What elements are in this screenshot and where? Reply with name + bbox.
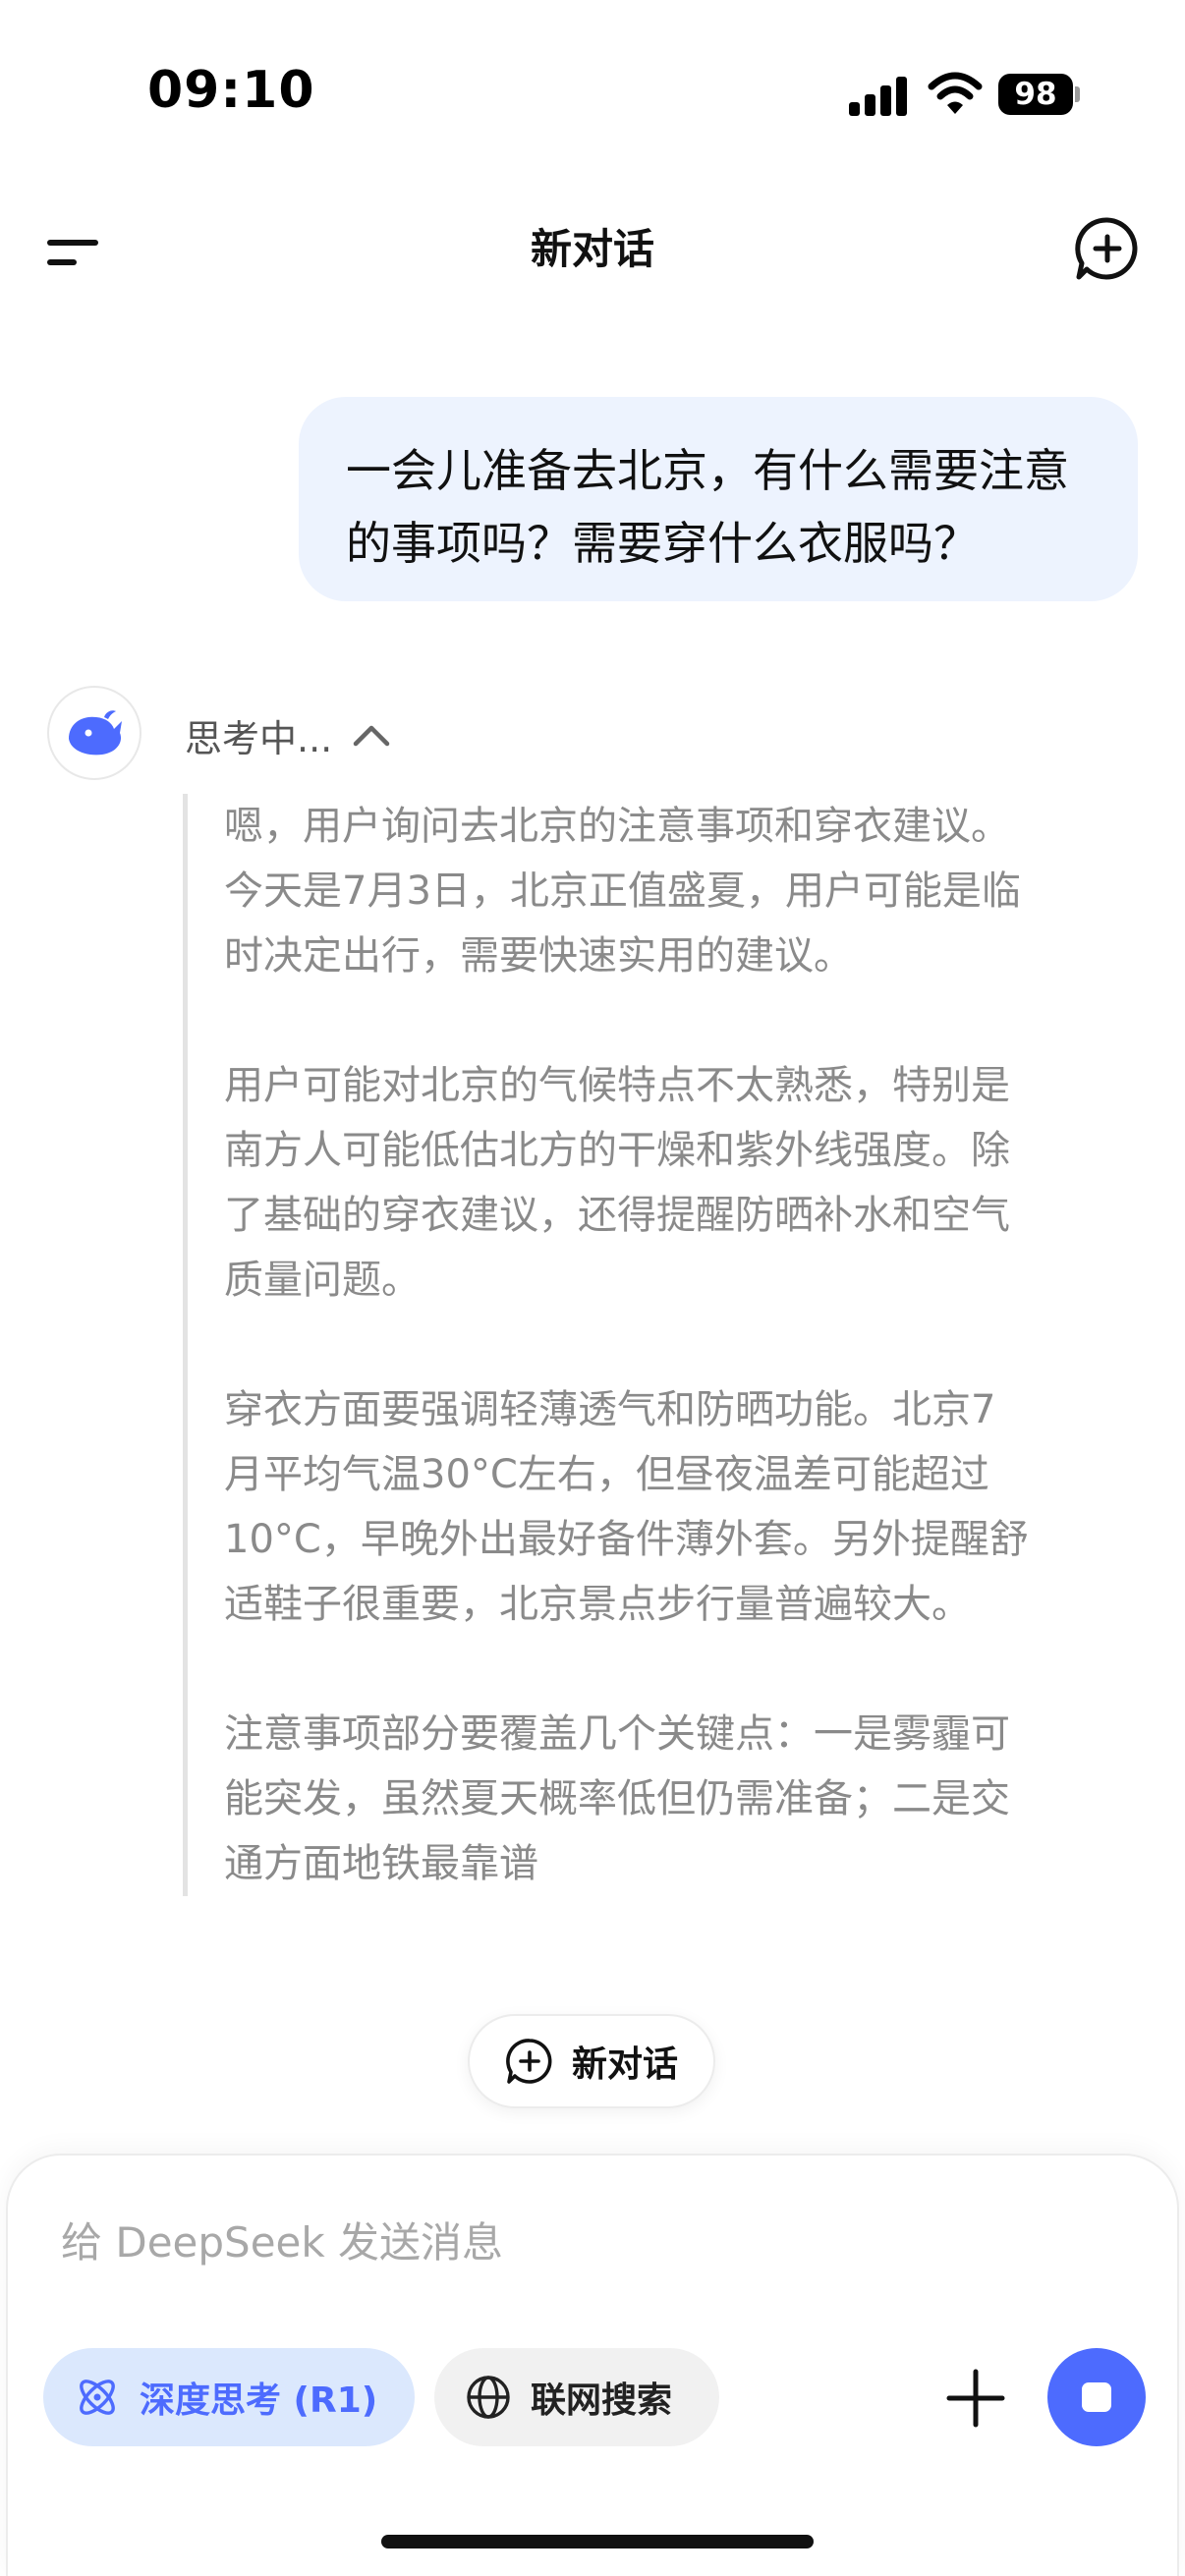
thinking-toggle[interactable]: 思考中... — [185, 705, 393, 764]
deep-think-toggle[interactable]: 深度思考 (R1) — [43, 2348, 415, 2446]
thinking-paragraph: 穿衣方面要强调轻薄透气和防晒功能。北京7 月平均气温30°C左右，但昼夜温差可能… — [224, 1387, 1029, 1627]
message-composer: 深度思考 (R1) 联网搜索 — [6, 2154, 1179, 2576]
battery-icon: 98 — [998, 74, 1081, 115]
wifi-icon — [928, 72, 983, 114]
stop-button[interactable] — [1047, 2348, 1146, 2446]
status-bar: 09:10 98 — [0, 0, 1185, 187]
new-chat-plus-icon[interactable] — [1073, 214, 1142, 283]
thinking-content: 嗯，用户询问去北京的注意事项和穿衣建议。 今天是7月3日，北京正值盛夏，用户可能… — [183, 794, 1126, 1896]
new-chat-label: 新对话 — [571, 2044, 678, 2085]
battery-level: 98 — [998, 74, 1073, 115]
atom-icon — [80, 2380, 115, 2415]
app-header: 新对话 — [0, 187, 1185, 305]
status-time: 09:10 — [147, 61, 315, 120]
plus-circle-icon — [506, 2039, 552, 2084]
thinking-paragraph: 用户可能对北京的气候特点不太熟悉，特别是 南方人可能低估北方的干燥和紫外线强度。… — [224, 1063, 1010, 1303]
page-title: 新对话 — [530, 225, 654, 273]
deepseek-whale-logo — [47, 686, 141, 780]
web-search-label: 联网搜索 — [531, 2380, 673, 2421]
message-input[interactable] — [61, 2211, 1044, 2273]
web-search-toggle[interactable]: 联网搜索 — [434, 2348, 719, 2446]
new-chat-button[interactable]: 新对话 — [468, 2014, 715, 2108]
user-message-bubble: 一会儿准备去北京，有什么需要注意的事项吗？需要穿什么衣服吗？ — [299, 397, 1138, 601]
deep-think-label: 深度思考 (R1) — [140, 2380, 378, 2421]
signal-icon — [849, 77, 908, 116]
thinking-paragraph: 注意事项部分要覆盖几个关键点：一是雾霾可 能突发，虽然夏天概率低但仍需准备；二是… — [224, 1711, 1010, 1886]
chevron-up-icon — [354, 725, 390, 747]
home-indicator[interactable] — [381, 2535, 814, 2548]
stop-icon — [1082, 2382, 1111, 2412]
thinking-label: 思考中... — [185, 716, 333, 760]
plus-icon[interactable] — [941, 2364, 1010, 2433]
globe-icon — [467, 2376, 510, 2419]
thinking-paragraph: 嗯，用户询问去北京的注意事项和穿衣建议。 今天是7月3日，北京正值盛夏，用户可能… — [224, 804, 1021, 979]
